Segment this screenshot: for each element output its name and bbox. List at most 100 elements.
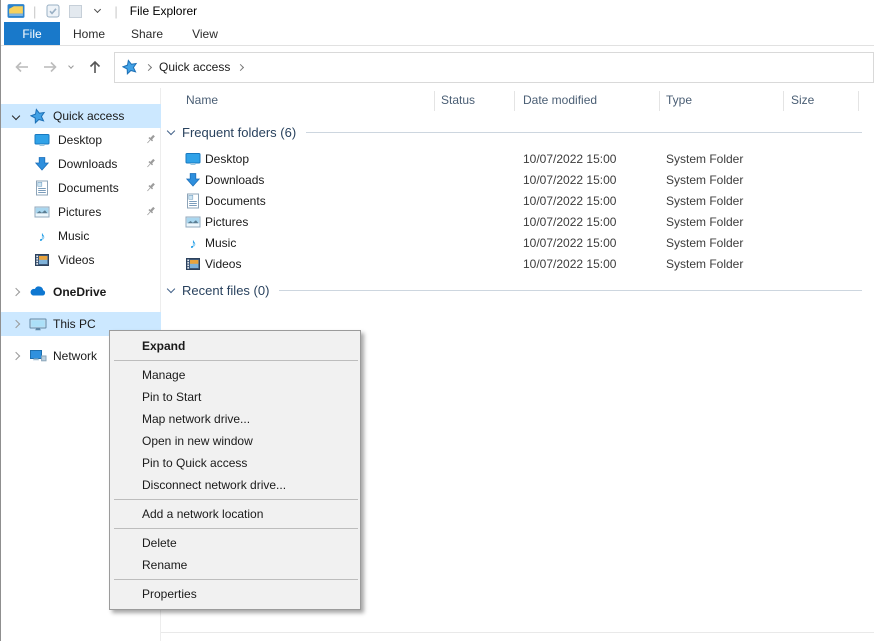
column-divider[interactable] xyxy=(659,91,660,111)
column-header-size[interactable]: Size xyxy=(791,93,814,107)
menu-item-pin-to-start[interactable]: Pin to Start xyxy=(110,386,360,408)
tab-home[interactable]: Home xyxy=(60,22,118,45)
documents-icon xyxy=(34,180,50,196)
breadcrumb-chevron-icon[interactable] xyxy=(145,63,152,70)
file-explorer-window: | | File Explorer File Home Share View Q… xyxy=(0,0,874,641)
column-header-type[interactable]: Type xyxy=(666,93,692,107)
expand-collapse-toggle[interactable] xyxy=(10,113,22,119)
expand-collapse-toggle[interactable] xyxy=(10,321,22,327)
tab-view[interactable]: View xyxy=(176,22,234,45)
menu-item-expand[interactable]: Expand xyxy=(110,335,360,357)
recent-locations-button[interactable] xyxy=(63,53,79,81)
sidebar-item-label: Quick access xyxy=(53,109,124,123)
column-divider[interactable] xyxy=(514,91,515,111)
sidebar-item-quick-access[interactable]: Quick access xyxy=(1,104,161,128)
file-name: Pictures xyxy=(205,215,248,229)
forward-button[interactable] xyxy=(37,53,63,81)
address-bar[interactable]: Quick access xyxy=(114,52,874,83)
file-date-modified: 10/07/2022 15:00 xyxy=(523,215,616,229)
file-name: Videos xyxy=(205,257,241,271)
column-divider[interactable] xyxy=(434,91,435,111)
menu-item-open-in-new-window[interactable]: Open in new window xyxy=(110,430,360,452)
file-row-pictures[interactable]: Pictures 10/07/2022 15:00 System Folder xyxy=(161,211,856,232)
title-bar: | | File Explorer xyxy=(1,0,874,22)
menu-separator xyxy=(114,499,358,500)
group-rule xyxy=(279,290,862,291)
group-label: Recent files (0) xyxy=(182,283,269,298)
sidebar-item-documents[interactable]: Documents xyxy=(1,176,161,200)
chevron-right-icon xyxy=(12,320,20,328)
file-date-modified: 10/07/2022 15:00 xyxy=(523,236,616,250)
file-row-desktop[interactable]: Desktop 10/07/2022 15:00 System Folder xyxy=(161,148,856,169)
sidebar-item-label: OneDrive xyxy=(53,285,106,299)
documents-icon xyxy=(185,193,201,209)
pin-icon[interactable] xyxy=(144,181,157,194)
menu-item-disconnect-network-drive[interactable]: Disconnect network drive... xyxy=(110,474,360,496)
file-date-modified: 10/07/2022 15:00 xyxy=(523,152,616,166)
pin-icon[interactable] xyxy=(144,133,157,146)
sidebar-item-pictures[interactable]: Pictures xyxy=(1,200,161,224)
downloads-icon xyxy=(185,172,201,188)
tab-file[interactable]: File xyxy=(4,22,60,45)
pin-icon[interactable] xyxy=(144,205,157,218)
onedrive-icon xyxy=(29,284,47,300)
column-header-status[interactable]: Status xyxy=(441,93,475,107)
sidebar-item-label: Documents xyxy=(58,181,119,195)
file-date-modified: 10/07/2022 15:00 xyxy=(523,173,616,187)
tab-share[interactable]: Share xyxy=(118,22,176,45)
file-type: System Folder xyxy=(666,173,743,187)
breadcrumb-chevron-icon[interactable] xyxy=(237,63,244,70)
blank-folder-icon xyxy=(69,5,82,18)
chevron-down-icon xyxy=(12,112,20,120)
qat-properties-button[interactable] xyxy=(44,2,62,20)
file-type: System Folder xyxy=(666,194,743,208)
menu-item-manage[interactable]: Manage xyxy=(110,364,360,386)
column-divider[interactable] xyxy=(783,91,784,111)
sidebar-item-desktop[interactable]: Desktop xyxy=(1,128,161,152)
menu-item-delete[interactable]: Delete xyxy=(110,532,360,554)
qat-new-folder-button[interactable] xyxy=(66,2,84,20)
sidebar-item-music[interactable]: ♪ Music xyxy=(1,224,161,248)
column-divider[interactable] xyxy=(858,91,859,111)
breadcrumb-quick-access[interactable]: Quick access xyxy=(159,60,230,74)
sidebar-item-videos[interactable]: Videos xyxy=(1,248,161,272)
quick-access-star-icon xyxy=(30,108,46,124)
menu-item-add-a-network-location[interactable]: Add a network location xyxy=(110,503,360,525)
pictures-icon xyxy=(185,214,201,230)
file-row-videos[interactable]: Videos 10/07/2022 15:00 System Folder xyxy=(161,253,856,274)
sidebar-item-label: Network xyxy=(53,349,97,363)
expand-collapse-toggle[interactable] xyxy=(10,353,22,359)
sidebar-item-label: Desktop xyxy=(58,133,102,147)
sidebar-item-label: Pictures xyxy=(58,205,101,219)
group-header-frequent-folders[interactable]: Frequent folders (6) xyxy=(166,122,862,142)
music-icon: ♪ xyxy=(190,236,197,250)
menu-item-properties[interactable]: Properties xyxy=(110,583,360,605)
back-button[interactable] xyxy=(7,53,37,81)
menu-item-pin-to-quick-access[interactable]: Pin to Quick access xyxy=(110,452,360,474)
music-icon: ♪ xyxy=(39,229,46,243)
quick-access-star-icon xyxy=(122,59,138,75)
file-row-music[interactable]: ♪ Music 10/07/2022 15:00 System Folder xyxy=(161,232,856,253)
column-header-date-modified[interactable]: Date modified xyxy=(523,93,597,107)
group-label: Frequent folders (6) xyxy=(182,125,296,140)
menu-item-map-network-drive[interactable]: Map network drive... xyxy=(110,408,360,430)
videos-icon xyxy=(34,252,50,268)
videos-icon xyxy=(185,256,201,272)
downloads-icon xyxy=(34,156,50,172)
up-button[interactable] xyxy=(81,53,109,81)
menu-separator xyxy=(114,579,358,580)
expand-collapse-toggle[interactable] xyxy=(10,289,22,295)
file-name: Desktop xyxy=(205,152,249,166)
file-row-downloads[interactable]: Downloads 10/07/2022 15:00 System Folder xyxy=(161,169,856,190)
pin-icon[interactable] xyxy=(144,157,157,170)
menu-item-rename[interactable]: Rename xyxy=(110,554,360,576)
file-type: System Folder xyxy=(666,236,743,250)
sidebar-item-onedrive[interactable]: OneDrive xyxy=(1,280,161,304)
group-header-recent-files[interactable]: Recent files (0) xyxy=(166,280,862,300)
qat-customize-button[interactable] xyxy=(88,2,106,20)
column-header-name[interactable]: Name xyxy=(186,93,218,107)
chevron-down-icon xyxy=(167,127,175,135)
checkbox-check-icon xyxy=(46,4,60,18)
file-row-documents[interactable]: Documents 10/07/2022 15:00 System Folder xyxy=(161,190,856,211)
sidebar-item-downloads[interactable]: Downloads xyxy=(1,152,161,176)
